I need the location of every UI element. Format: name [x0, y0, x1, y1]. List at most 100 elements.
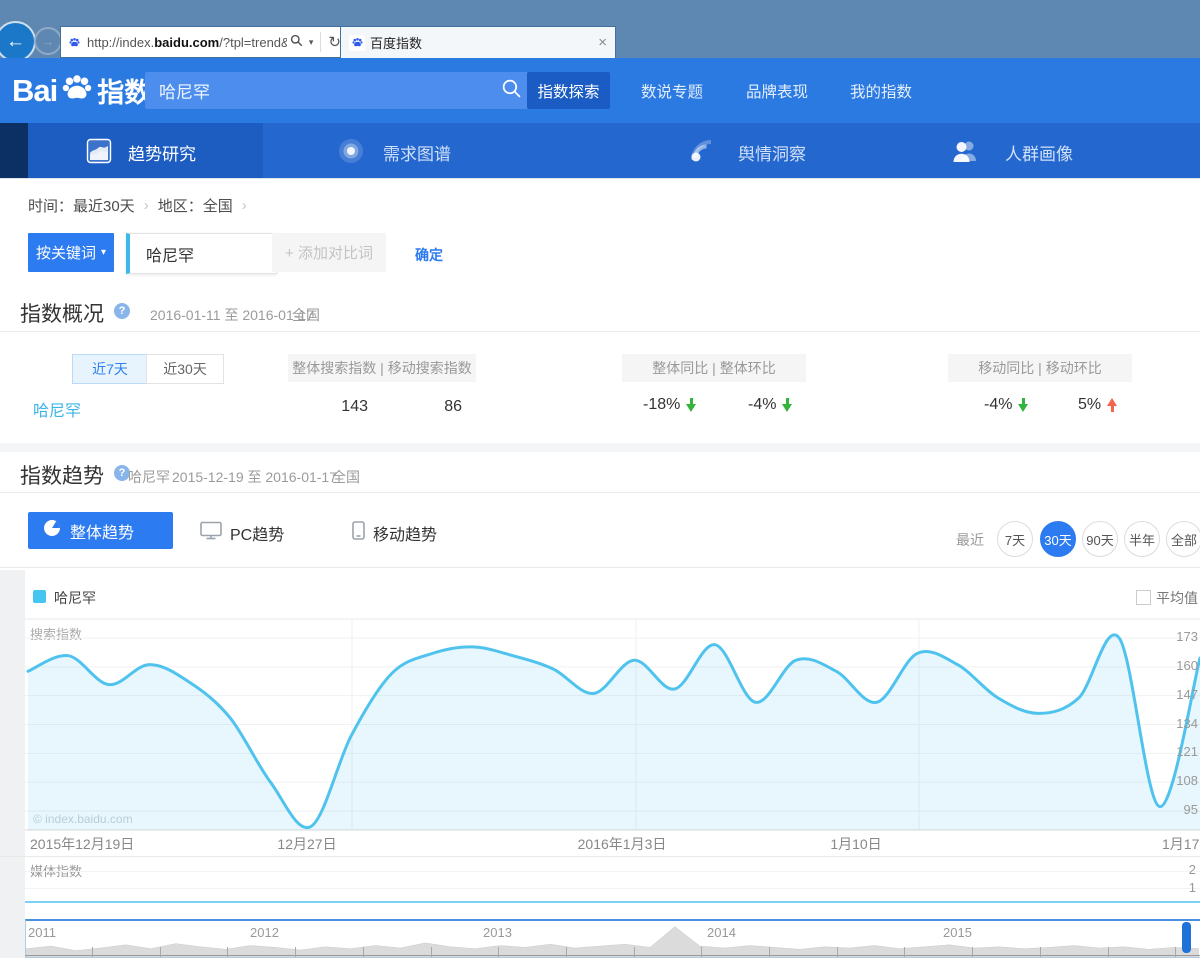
nav-item-label: 品牌表现: [746, 80, 808, 102]
time-filter[interactable]: 时间：最近30天: [28, 195, 135, 216]
timeline-year-label: 2013: [483, 925, 512, 940]
page-gutter: [0, 570, 25, 958]
nav-item-brand[interactable]: 品牌表现: [742, 72, 812, 109]
nav-item-my-index[interactable]: 我的指数: [846, 72, 916, 109]
tab-overall-trend[interactable]: 整体趋势: [28, 512, 173, 549]
subnav-item-demand-label[interactable]: 需求图谱: [383, 140, 451, 165]
column-group-label: 移动同比 | 移动环比: [978, 358, 1101, 378]
browser-chrome: ← → http://index.baidu.com/?tpl=trend&wo…: [0, 0, 1200, 58]
subnav-item-people-label[interactable]: 人群画像: [1005, 140, 1073, 165]
nav-item-label: 我的指数: [850, 80, 912, 102]
overview-region: 全国: [292, 305, 320, 325]
range-7days[interactable]: 7天: [997, 521, 1033, 557]
timeline-year-label: 2014: [707, 925, 736, 940]
column-group-mobile-change: 移动同比 | 移动环比: [948, 354, 1132, 382]
keyword-mode-button[interactable]: 按关键词 ▾: [28, 233, 114, 272]
range-label: 半年: [1129, 530, 1155, 549]
header-search-box[interactable]: [145, 72, 534, 109]
browser-tab[interactable]: 百度指数 ×: [340, 26, 616, 58]
overview-tab-30days[interactable]: 近30天: [146, 354, 224, 384]
y-axis-tick: 160: [1176, 658, 1198, 673]
address-bar[interactable]: http://index.baidu.com/?tpl=trend&word=%…: [60, 26, 350, 58]
timeline-year-label: 2012: [250, 925, 279, 940]
people-portrait-icon[interactable]: [950, 137, 980, 170]
chevron-right-icon: ›: [242, 197, 247, 214]
column-group-label: 整体同比 | 整体环比: [652, 358, 775, 378]
timeline-navigator[interactable]: [25, 919, 1200, 958]
timeline-tick: [92, 947, 93, 957]
range-label: 30天: [1044, 530, 1071, 549]
y-axis-tick: 121: [1176, 744, 1198, 759]
y-axis-tick: 95: [1184, 802, 1198, 817]
x-axis-tick: 1月10日: [830, 834, 881, 854]
divider: [0, 492, 1200, 493]
url-text: http://index.baidu.com/?tpl=trend&word=%: [87, 35, 287, 50]
add-compare-button[interactable]: + 添加对比词: [272, 233, 386, 272]
address-search-icon[interactable]: [290, 34, 303, 50]
timeline-tick: [566, 947, 567, 957]
mobile-yoy-value: -4%: [984, 396, 1012, 414]
subnav-item-sentiment-label[interactable]: 舆情洞察: [738, 140, 806, 165]
trend-chart-icon[interactable]: [84, 136, 114, 171]
subnav-item-trend-label[interactable]: 趋势研究: [128, 140, 196, 165]
range-30days[interactable]: 30天: [1040, 521, 1076, 557]
header-search-input[interactable]: [157, 80, 501, 102]
sentiment-radar-icon[interactable]: [688, 137, 716, 170]
range-label: 90天: [1086, 530, 1113, 549]
down-arrow-icon: [782, 398, 793, 412]
average-checkbox[interactable]: [1136, 590, 1151, 605]
breadcrumb: 时间：最近30天 › 地区：全国 ›: [28, 195, 256, 216]
nav-item-data-topics[interactable]: 数说专题: [637, 72, 707, 109]
forward-arrow-icon: →: [42, 34, 55, 49]
overall-yoy-value: -18%: [643, 396, 680, 414]
tab-mobile-trend[interactable]: 移动趋势: [352, 521, 437, 545]
timeline-tick: [769, 947, 770, 957]
divider: [0, 331, 1200, 332]
site-header: Bai 指数 指数探索 数说专题 品牌表现 我的指数: [0, 58, 1200, 123]
timeline-tick: [701, 947, 702, 957]
range-all[interactable]: 全部: [1166, 521, 1200, 557]
overview-tab-7days[interactable]: 近7天: [72, 354, 148, 384]
trend-title: 指数趋势: [20, 460, 104, 490]
timeline-drag-handle[interactable]: [1182, 922, 1191, 953]
chart-watermark: © index.baidu.com: [33, 812, 133, 826]
trend-chart-plot[interactable]: [25, 618, 1200, 831]
average-checkbox-label[interactable]: 平均值: [1156, 588, 1198, 608]
keyword-mode-label: 按关键词: [36, 242, 96, 263]
back-arrow-icon: ←: [6, 31, 25, 53]
baidu-favicon-icon: [66, 34, 82, 50]
url-path: /?tpl=trend&word=%: [219, 35, 287, 50]
confirm-button[interactable]: 确定: [415, 245, 443, 265]
timeline-tick: [1040, 947, 1041, 957]
tab-label: 近30天: [163, 359, 207, 379]
timeline-tick: [904, 947, 905, 957]
y-axis-tick: 134: [1176, 716, 1198, 731]
address-divider: [320, 32, 321, 52]
legend-item[interactable]: 哈尼罕: [54, 588, 96, 608]
search-icon[interactable]: [501, 78, 522, 104]
row-keyword-link[interactable]: 哈尼罕: [33, 397, 81, 421]
recent-label: 最近: [956, 530, 984, 550]
nav-item-index-explore[interactable]: 指数探索: [527, 72, 610, 109]
y-axis-tick: 108: [1176, 773, 1198, 788]
mobile-index-value: 86: [426, 398, 462, 416]
logo-text-bai: Bai: [12, 73, 57, 109]
baidu-index-logo[interactable]: Bai 指数: [12, 70, 151, 111]
tab-pc-trend[interactable]: PC趋势: [200, 521, 284, 545]
demand-map-icon[interactable]: [337, 137, 365, 170]
browser-forward-button[interactable]: →: [34, 27, 62, 55]
region-filter[interactable]: 地区：全国: [158, 195, 233, 216]
range-label: 7天: [1005, 530, 1025, 549]
y-axis-tick: 147: [1176, 687, 1198, 702]
range-90days[interactable]: 90天: [1082, 521, 1118, 557]
overview-help-icon[interactable]: ?: [114, 303, 130, 319]
media-gridline: [25, 888, 1200, 889]
range-half-year[interactable]: 半年: [1124, 521, 1160, 557]
divider: [0, 856, 1200, 857]
trend-date-range: 2015-12-19 至 2016-01-17: [172, 467, 337, 487]
divider: [0, 567, 1200, 568]
keyword-input[interactable]: [126, 233, 277, 274]
browser-back-button[interactable]: ←: [0, 21, 36, 62]
address-dropdown-icon[interactable]: ▾: [309, 37, 314, 48]
tab-close-icon[interactable]: ×: [598, 34, 607, 51]
